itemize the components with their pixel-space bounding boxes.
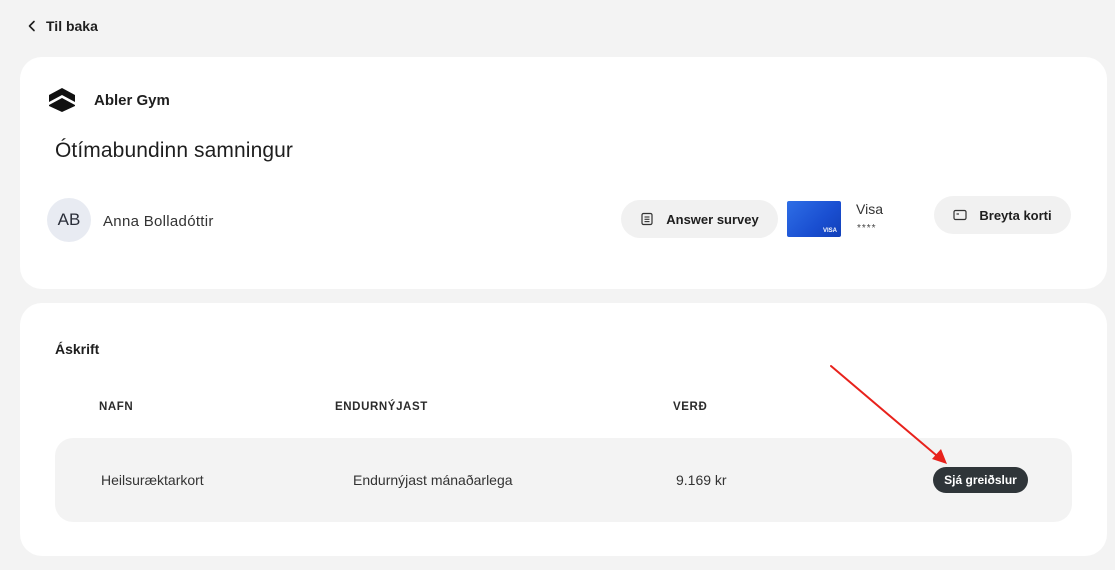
member-name: Anna Bolladóttir bbox=[103, 213, 214, 230]
subscription-price: 9.169 kr bbox=[676, 472, 727, 488]
chevron-left-icon bbox=[28, 20, 35, 32]
subscription-name: Heilsuræktarkort bbox=[101, 472, 204, 488]
visa-card-image: VISA bbox=[787, 201, 841, 237]
column-header-renews: ENDURNÝJAST bbox=[335, 401, 428, 413]
credit-card-icon bbox=[953, 209, 967, 221]
subscription-renewal: Endurnýjast mánaðarlega bbox=[353, 472, 513, 488]
gym-header: Abler Gym bbox=[48, 87, 170, 113]
visa-logo: VISA bbox=[822, 228, 837, 234]
back-link[interactable]: Til baka bbox=[26, 18, 98, 34]
view-payments-button[interactable]: Sjá greiðslur bbox=[933, 467, 1028, 493]
column-header-price: VERÐ bbox=[673, 401, 708, 413]
gym-logo-icon bbox=[49, 88, 75, 112]
document-icon bbox=[641, 212, 653, 226]
contract-card: Abler Gym Ótímabundinn samningur AB Anna… bbox=[20, 57, 1107, 289]
table-row: Heilsuræktarkort Endurnýjast mánaðarlega… bbox=[55, 438, 1072, 522]
card-brand: Visa bbox=[856, 201, 883, 217]
card-masked-number: **** bbox=[857, 223, 877, 234]
back-label: Til baka bbox=[46, 18, 98, 34]
contract-title: Ótímabundinn samningur bbox=[55, 139, 293, 162]
change-card-label: Breyta korti bbox=[979, 207, 1052, 223]
avatar: AB bbox=[47, 198, 91, 242]
change-card-button[interactable]: Breyta korti bbox=[934, 196, 1071, 234]
gym-name: Abler Gym bbox=[94, 91, 170, 109]
answer-survey-label: Answer survey bbox=[666, 211, 759, 227]
section-title: Áskrift bbox=[55, 341, 100, 357]
subscription-card: Áskrift NAFN ENDURNÝJAST VERÐ Heilsurækt… bbox=[20, 303, 1107, 556]
column-header-name: NAFN bbox=[99, 401, 134, 413]
avatar-initials: AB bbox=[57, 210, 81, 229]
answer-survey-button[interactable]: Answer survey bbox=[621, 200, 778, 238]
